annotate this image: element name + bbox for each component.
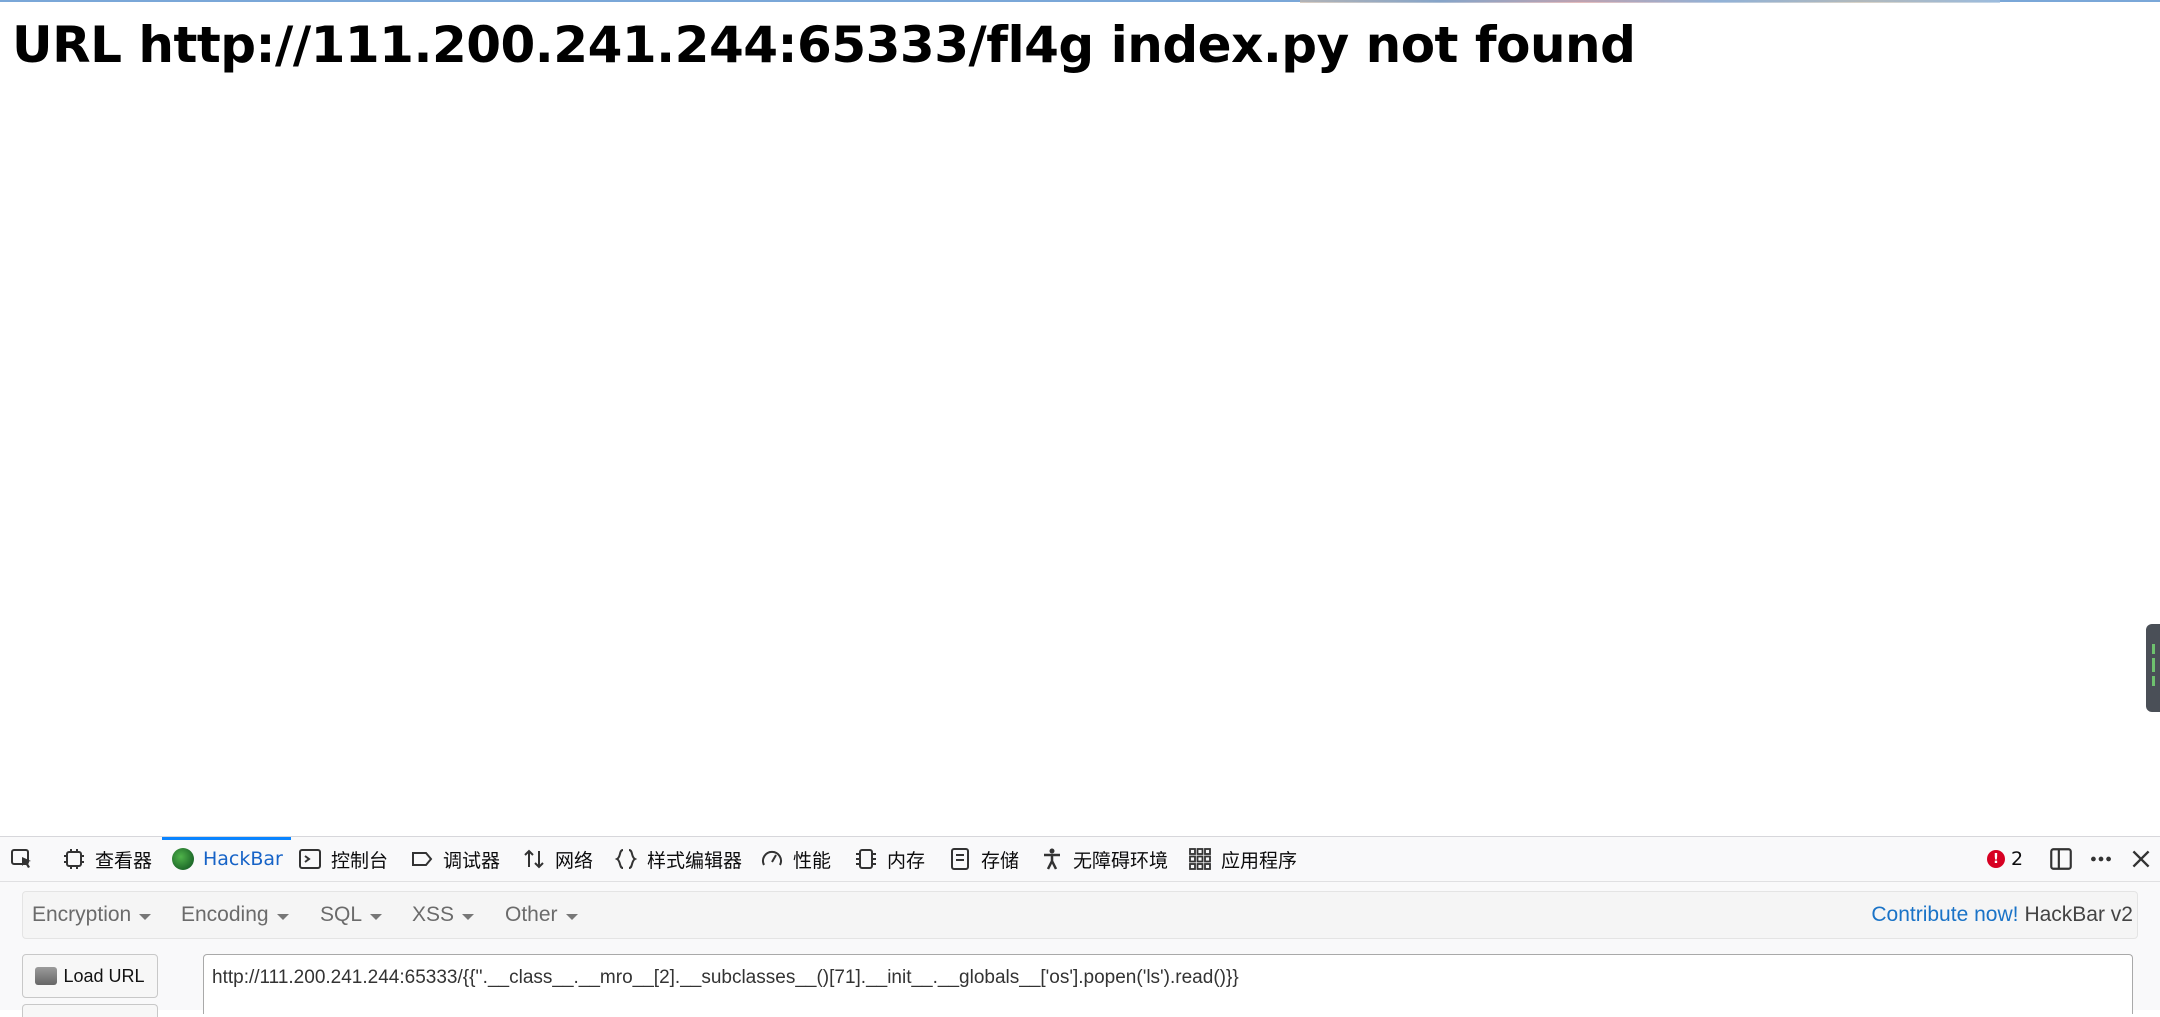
- tab-label: 应用程序: [1221, 849, 1298, 872]
- tab-inspector[interactable]: 查看器: [62, 837, 152, 881]
- menu-label: Encryption: [32, 903, 132, 926]
- close-icon: [2132, 850, 2150, 868]
- debugger-icon: [412, 852, 433, 866]
- error-count-badge[interactable]: ! 2: [1987, 837, 2023, 881]
- contribute-link[interactable]: Contribute now!: [1871, 903, 2018, 927]
- split-url-button[interactable]: [22, 1004, 158, 1017]
- tab-application[interactable]: 应用程序: [1188, 837, 1297, 881]
- caret-down-icon: [276, 913, 289, 920]
- dock-toggle-button[interactable]: [2048, 837, 2074, 881]
- tab-storage[interactable]: 存储: [948, 837, 1019, 881]
- network-icon: [524, 849, 544, 869]
- tab-performance[interactable]: 性能: [760, 837, 831, 881]
- devtools-panel: 查看器 HackBar 控制台 调试器 网络 样式编辑器 性能 内存 存储 无障…: [0, 836, 2160, 1017]
- caret-down-icon: [462, 913, 475, 920]
- ellipsis-icon: [2091, 856, 2111, 862]
- storage-icon: [951, 848, 969, 870]
- tab-label: 性能: [793, 849, 832, 872]
- url-input[interactable]: http://111.200.241.244:65333/{{''.__clas…: [203, 954, 2133, 1014]
- error-icon: !: [1987, 850, 2005, 868]
- console-icon: [299, 849, 321, 869]
- tab-label: 控制台: [331, 849, 389, 872]
- tab-label: 无障碍环境: [1073, 849, 1169, 872]
- contribute-area: Contribute now! HackBar v2: [1871, 892, 2133, 938]
- element-picker-icon: [11, 849, 31, 868]
- devtools-toolbar: 查看器 HackBar 控制台 调试器 网络 样式编辑器 性能 内存 存储 无障…: [0, 837, 2160, 882]
- accessibility-icon: [1044, 848, 1060, 870]
- page-heading: URL http://111.200.241.244:65333/fl4g in…: [12, 16, 1636, 74]
- caret-down-icon: [370, 913, 383, 920]
- tab-label: 调试器: [443, 849, 501, 872]
- menu-encryption[interactable]: Encryption: [32, 892, 152, 938]
- tab-console[interactable]: 控制台: [298, 837, 388, 881]
- tab-debugger[interactable]: 调试器: [410, 837, 500, 881]
- side-panel-handle[interactable]: [2146, 624, 2160, 712]
- hackbar-menubar: Encryption Encoding SQL XSS Other Contri…: [22, 891, 2138, 939]
- tab-label: 存储: [981, 849, 1020, 872]
- inspector-icon: [64, 849, 84, 869]
- application-icon: [1189, 848, 1211, 870]
- performance-icon: [762, 850, 782, 866]
- style-editor-icon: [614, 849, 638, 869]
- load-url-icon: [35, 967, 58, 985]
- tab-memory[interactable]: 内存: [854, 837, 925, 881]
- hackbar-version: HackBar v2: [2024, 903, 2133, 926]
- memory-icon: [856, 849, 876, 869]
- menu-label: XSS: [412, 903, 455, 926]
- tab-label: 查看器: [95, 849, 153, 872]
- menu-xss[interactable]: XSS: [412, 892, 475, 938]
- tab-label: 网络: [555, 849, 594, 872]
- page-top-decoration: [1300, 0, 2000, 3]
- caret-down-icon: [139, 913, 152, 920]
- caret-down-icon: [565, 913, 578, 920]
- tab-network[interactable]: 网络: [522, 837, 593, 881]
- close-devtools-button[interactable]: [2128, 837, 2154, 881]
- load-url-button[interactable]: Load URL: [22, 954, 158, 998]
- element-picker-button[interactable]: [10, 837, 34, 881]
- menu-label: SQL: [320, 903, 363, 926]
- more-options-button[interactable]: [2088, 837, 2114, 881]
- dock-side-icon: [2050, 848, 2072, 870]
- load-url-label: Load URL: [63, 965, 145, 986]
- tab-label: 样式编辑器: [647, 849, 743, 872]
- tab-style-editor[interactable]: 样式编辑器: [614, 837, 742, 881]
- menu-label: Other: [505, 903, 558, 926]
- error-count: 2: [2011, 848, 2024, 870]
- menu-label: Encoding: [181, 903, 269, 926]
- tab-hackbar[interactable]: HackBar: [162, 837, 291, 881]
- menu-sql[interactable]: SQL: [320, 892, 383, 938]
- menu-other[interactable]: Other: [505, 892, 578, 938]
- tab-accessibility[interactable]: 无障碍环境: [1040, 837, 1168, 881]
- menu-encoding[interactable]: Encoding: [181, 892, 289, 938]
- tab-label: HackBar: [203, 848, 283, 870]
- hackbar-icon: [172, 848, 194, 870]
- tab-label: 内存: [887, 849, 926, 872]
